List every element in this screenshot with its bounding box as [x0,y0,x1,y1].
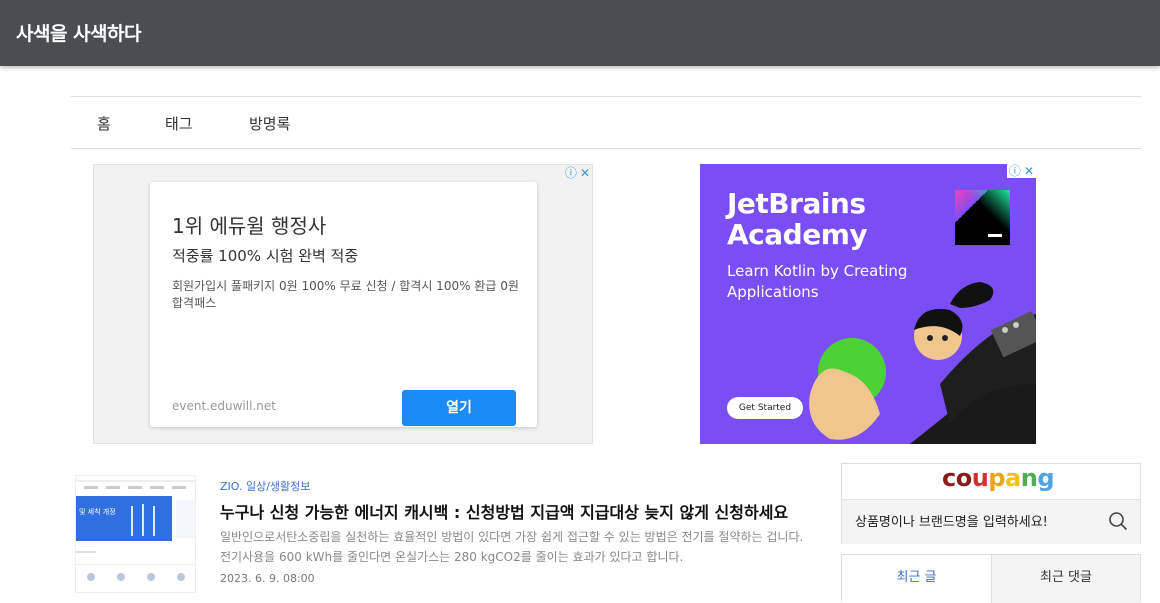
character-illustration-icon [809,282,1036,444]
thumbnail-image-icon: 및 세칙 개정 [76,476,195,592]
ad-choices-icon[interactable]: ⓘ ✕ [565,166,590,180]
nav-item-home[interactable]: 홈 [97,113,111,134]
coupang-logo-letter: c [942,464,956,492]
tab-recent-posts[interactable]: 최근 글 [842,555,991,603]
ad-card[interactable]: 1위 에듀윌 행정사 적중률 100% 시험 완벽 적중 회원가입시 풀패키지 … [150,182,537,427]
coupang-logo[interactable]: coupang [942,464,1054,492]
ad-title-line: Academy [727,218,868,251]
coupang-logo-letter: u [971,464,989,492]
ad-url: event.eduwill.net [172,399,276,413]
ad-subtitle: 적중률 100% 시험 완벽 적중 [172,247,359,265]
top-bar: 사색을 사색하다 [0,0,1160,66]
ad-choices-icon[interactable]: ⓘ ✕ [1006,164,1036,178]
nav-item-guestbook[interactable]: 방명록 [249,113,290,134]
jetbrains-logo-icon [955,190,1010,245]
site-title[interactable]: 사색을 사색하다 [16,19,141,46]
ad-eduwill[interactable]: ⓘ ✕ 1위 에듀윌 행정사 적중률 100% 시험 완벽 적중 회원가입시 풀패… [93,164,593,444]
coupang-search-widget: coupang [841,463,1141,544]
thumbnail-caption: 및 세칙 개정 [79,507,116,516]
ad-title: 1위 에듀윌 행정사 [172,214,327,238]
ad-open-button[interactable]: 열기 [402,390,516,426]
coupang-logo-letter: g [1037,464,1054,492]
coupang-logo-letter: o [955,464,973,492]
post-excerpt: 일반인으로서탄소중립을 실천하는 효율적인 방법이 있다면 가장 쉽게 접근할 … [220,530,804,564]
coupang-logo-letter: n [1020,464,1038,492]
post-date: 2023. 6. 9. 08:00 [220,572,315,585]
nav-item-tags[interactable]: 태그 [165,113,193,134]
main-nav: 홈 태그 방명록 [71,96,1141,149]
post-thumbnail[interactable]: 및 세칙 개정 [75,475,196,593]
tab-recent-comments[interactable]: 최근 댓글 [991,555,1140,603]
coupang-search-input[interactable] [842,500,1092,544]
ad-get-started-button[interactable]: Get Started [727,397,803,419]
ad-description: 회원가입시 풀패키지 0원 100% 무료 신청 / 합격시 100% 환급 0… [172,279,519,310]
ad-jetbrains[interactable]: ⓘ ✕ JetBrains Academy Learn Kotlin by Cre… [700,164,1036,444]
post-title[interactable]: 누구나 신청 가능한 에너지 캐시백 : 신청방법 지급액 지급대상 늦지 않게… [220,499,815,523]
search-icon[interactable] [1108,511,1128,531]
ad-title: JetBrains Academy [727,187,868,251]
coupang-logo-letter: p [988,464,1006,492]
post-category[interactable]: ZIO. 일상/생활정보 [220,478,310,494]
coupang-search-bar [842,499,1140,544]
coupang-logo-letter: a [1005,464,1021,492]
ad-title-line: JetBrains [727,187,866,220]
recent-tabs: 최근 글 최근 댓글 [841,554,1141,603]
